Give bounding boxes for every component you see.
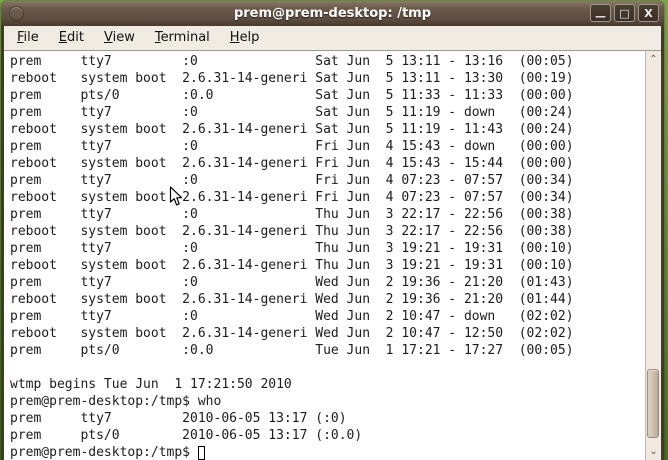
desktop: { "window": { "title": "prem@prem-deskto… xyxy=(0,0,668,460)
terminal-text-cursor xyxy=(198,446,205,460)
window-titlebar[interactable]: prem@prem-desktop: /tmp — □ X xyxy=(1,1,664,26)
shell-prompt: prem@prem-desktop:/tmp$ xyxy=(10,444,198,460)
scroll-down-button[interactable]: ⌄ xyxy=(646,445,661,458)
maximize-button[interactable]: □ xyxy=(614,4,635,22)
shell-prompt-line: prem@prem-desktop:/tmp$ xyxy=(10,444,645,460)
minimize-button[interactable]: — xyxy=(590,4,611,22)
vertical-scrollbar[interactable]: ⌃ ⌄ xyxy=(645,51,661,460)
terminal-area: prem tty7 :0 Sat Jun 5 13:11 - 13:16 (00… xyxy=(4,51,661,460)
window-menu-icon[interactable] xyxy=(9,6,24,21)
chevron-down-icon: ⌄ xyxy=(649,446,657,457)
menu-bar: File Edit View Terminal Help xyxy=(4,26,661,51)
menu-terminal[interactable]: Terminal xyxy=(145,28,220,48)
scrollbar-thumb[interactable] xyxy=(647,369,659,438)
close-button[interactable]: X xyxy=(638,4,659,22)
maximize-icon: □ xyxy=(619,8,629,19)
menu-help[interactable]: Help xyxy=(220,28,270,48)
menu-view[interactable]: View xyxy=(94,28,145,48)
menu-file[interactable]: File xyxy=(7,28,49,48)
terminal-window: prem@prem-desktop: /tmp — □ X File Edit … xyxy=(1,1,664,460)
window-controls: — □ X xyxy=(590,4,659,22)
chevron-up-icon: ⌃ xyxy=(649,54,657,65)
scroll-up-button[interactable]: ⌃ xyxy=(646,53,661,66)
terminal-viewport[interactable]: prem tty7 :0 Sat Jun 5 13:11 - 13:16 (00… xyxy=(4,51,645,460)
menu-edit[interactable]: Edit xyxy=(49,28,94,48)
terminal-output: prem tty7 :0 Sat Jun 5 13:11 - 13:16 (00… xyxy=(10,53,645,444)
minimize-icon: — xyxy=(595,11,606,22)
window-title: prem@prem-desktop: /tmp xyxy=(1,6,664,21)
close-icon: X xyxy=(644,8,652,19)
